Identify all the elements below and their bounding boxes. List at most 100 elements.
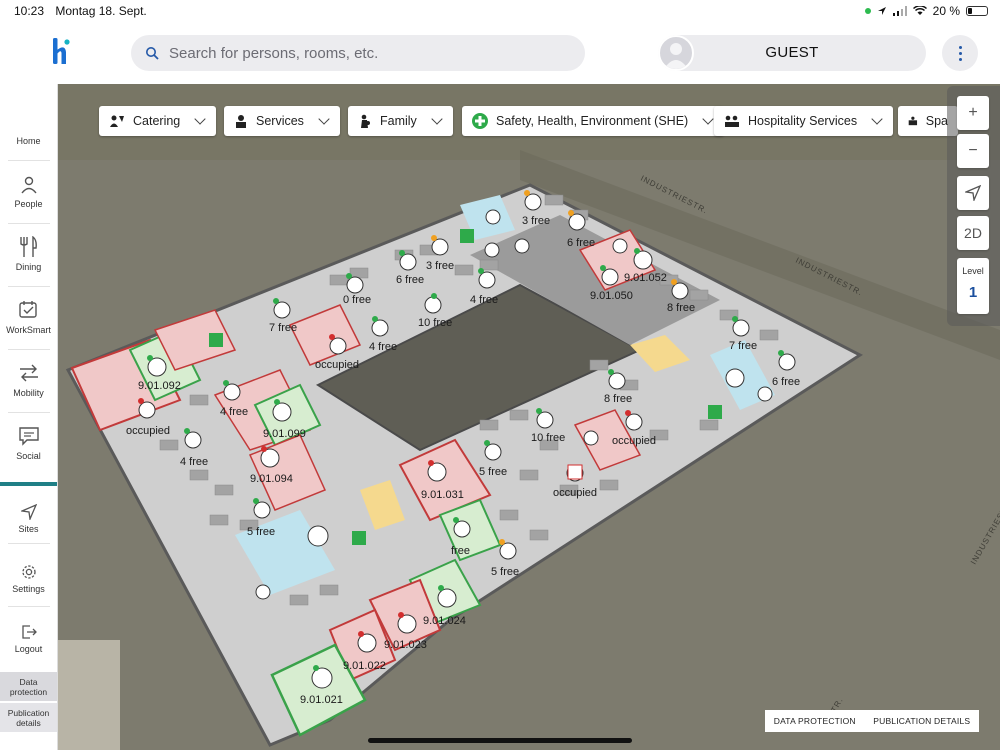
avatar [658,35,694,71]
sidebar-item-home[interactable]: Home [0,96,57,152]
map-label: 3 free [522,215,550,227]
map-label: 9.01.031 [421,489,464,501]
mobility-icon [19,364,38,382]
user-name: GUEST [765,44,819,61]
floor-map[interactable]: 3 free 6 free 3 free 6 free 9.01.052 9.0… [58,84,1000,750]
sidebar-item-social[interactable]: Social [0,411,57,467]
sidebar-item-worksmart[interactable]: WorkSmart [0,285,57,341]
chevron-down-icon [318,113,330,125]
services-icon [236,115,246,128]
level-selector[interactable]: Level 1 [957,258,989,314]
sidebar-item-people[interactable]: People [0,159,57,215]
map-label: 10 free [531,432,565,444]
filter-services[interactable]: Services [224,106,340,136]
sidebar-item-dining[interactable]: Dining [0,222,57,278]
zoom-in-button[interactable]: + [957,96,989,130]
sidebar: Home People Dining WorkSmart Mobility So… [0,84,58,750]
filter-label: Family [380,114,417,128]
sidebar-item-settings[interactable]: Settings [0,544,57,600]
level-value[interactable]: 1 [957,284,989,301]
filter-label: Safety, Health, Environment (SHE) [496,114,689,128]
hospitality-icon [725,115,739,127]
people-icon [20,176,37,194]
sidebar-item-sites[interactable]: Sites [0,486,57,540]
battery-icon [966,6,988,16]
sidebar-item-label: Settings [12,584,45,594]
map-label: 9.01.024 [423,615,466,627]
filter-family[interactable]: Family [348,106,453,136]
locate-button[interactable] [957,176,989,210]
sidebar-item-label: Dining [15,262,42,272]
publication-details-link[interactable]: PUBLICATION DETAILS [873,716,970,726]
battery-percent: 20 % [932,4,960,18]
map-label: 9.01.023 [384,639,427,651]
map-label: 5 free [491,566,519,578]
map-label: 10 free [418,317,452,329]
navigation-arrow-icon [965,185,981,201]
logout-icon [21,625,37,639]
filter-label: Catering [133,114,181,128]
map-label: 9.01.021 [300,694,343,706]
map-label: 0 free [343,294,371,306]
sidebar-item-logout[interactable]: Logout [0,604,57,660]
chevron-down-icon [871,113,883,125]
search-icon [146,47,159,60]
sidebar-item-label: WorkSmart [6,325,51,335]
app-logo-icon[interactable] [48,36,72,68]
sidebar-item-mobility[interactable]: Mobility [0,348,57,404]
map-controls: + − 2D Level 1 [947,86,1000,326]
sidebar-item-label: Social [16,451,41,461]
settings-icon [21,565,36,579]
map-label: 3 free [426,260,454,272]
sidebar-data-protection-link[interactable]: Data protection [0,672,57,701]
worksmart-icon [18,301,37,318]
map-label: occupied [126,425,170,437]
sidebar-item-label: Mobility [13,388,44,398]
home-indicator[interactable] [368,738,632,743]
map-label: 9.01.050 [590,290,633,302]
data-protection-link[interactable]: DATA PROTECTION [774,716,856,726]
map-label: 9.01.022 [343,660,386,672]
filter-label: Hospitality Services [748,114,858,128]
more-options-button[interactable] [942,35,978,71]
sidebar-item-label: Sites [18,524,39,534]
spa-icon [908,116,918,126]
social-icon [18,427,39,446]
view-2d-button[interactable]: 2D [957,216,989,250]
map-label: 4 free [369,341,397,353]
map-footer-links: DATA PROTECTION PUBLICATION DETAILS [765,710,979,732]
filter-she[interactable]: Safety, Health, Environment (SHE) [462,106,725,136]
map-label: 6 free [396,274,424,286]
first-aid-icon [472,113,488,129]
family-icon [361,114,370,128]
camera-indicator-icon [864,8,871,14]
floor-plan-canvas[interactable]: 3 free 6 free 3 free 6 free 9.01.052 9.0… [58,84,1000,750]
filter-hospitality[interactable]: Hospitality Services [714,106,894,136]
filter-label: Spa [925,114,948,128]
search-bar[interactable] [131,35,585,71]
map-label: 9.01.092 [138,380,181,392]
map-label: 9.01.094 [250,473,293,485]
map-label: 8 free [667,302,695,314]
street-label: INDUSTRIESTR. [969,497,1000,566]
user-profile-button[interactable]: GUEST [658,35,926,71]
sidebar-item-label: Home [16,136,41,146]
sidebar-publication-details-link[interactable]: Publication details [0,703,57,732]
search-input[interactable] [169,44,549,62]
filter-label: Services [256,114,304,128]
catering-icon [110,115,124,127]
map-label: occupied [612,435,656,447]
map-label: 9.01.099 [263,428,306,440]
dining-icon [19,236,37,257]
map-label: 6 free [772,376,800,388]
app-header: GUEST [0,22,1000,84]
status-left: 10:23 Montag 18. Sept. [14,4,155,18]
map-label: 7 free [269,322,297,334]
map-label: 7 free [729,340,757,352]
filter-catering[interactable]: Catering [99,106,217,136]
signal-icon [892,6,907,16]
chevron-down-icon [702,113,714,125]
status-time: 10:23 [14,4,45,18]
zoom-out-button[interactable]: − [957,134,989,168]
chevron-down-icon [431,113,443,125]
